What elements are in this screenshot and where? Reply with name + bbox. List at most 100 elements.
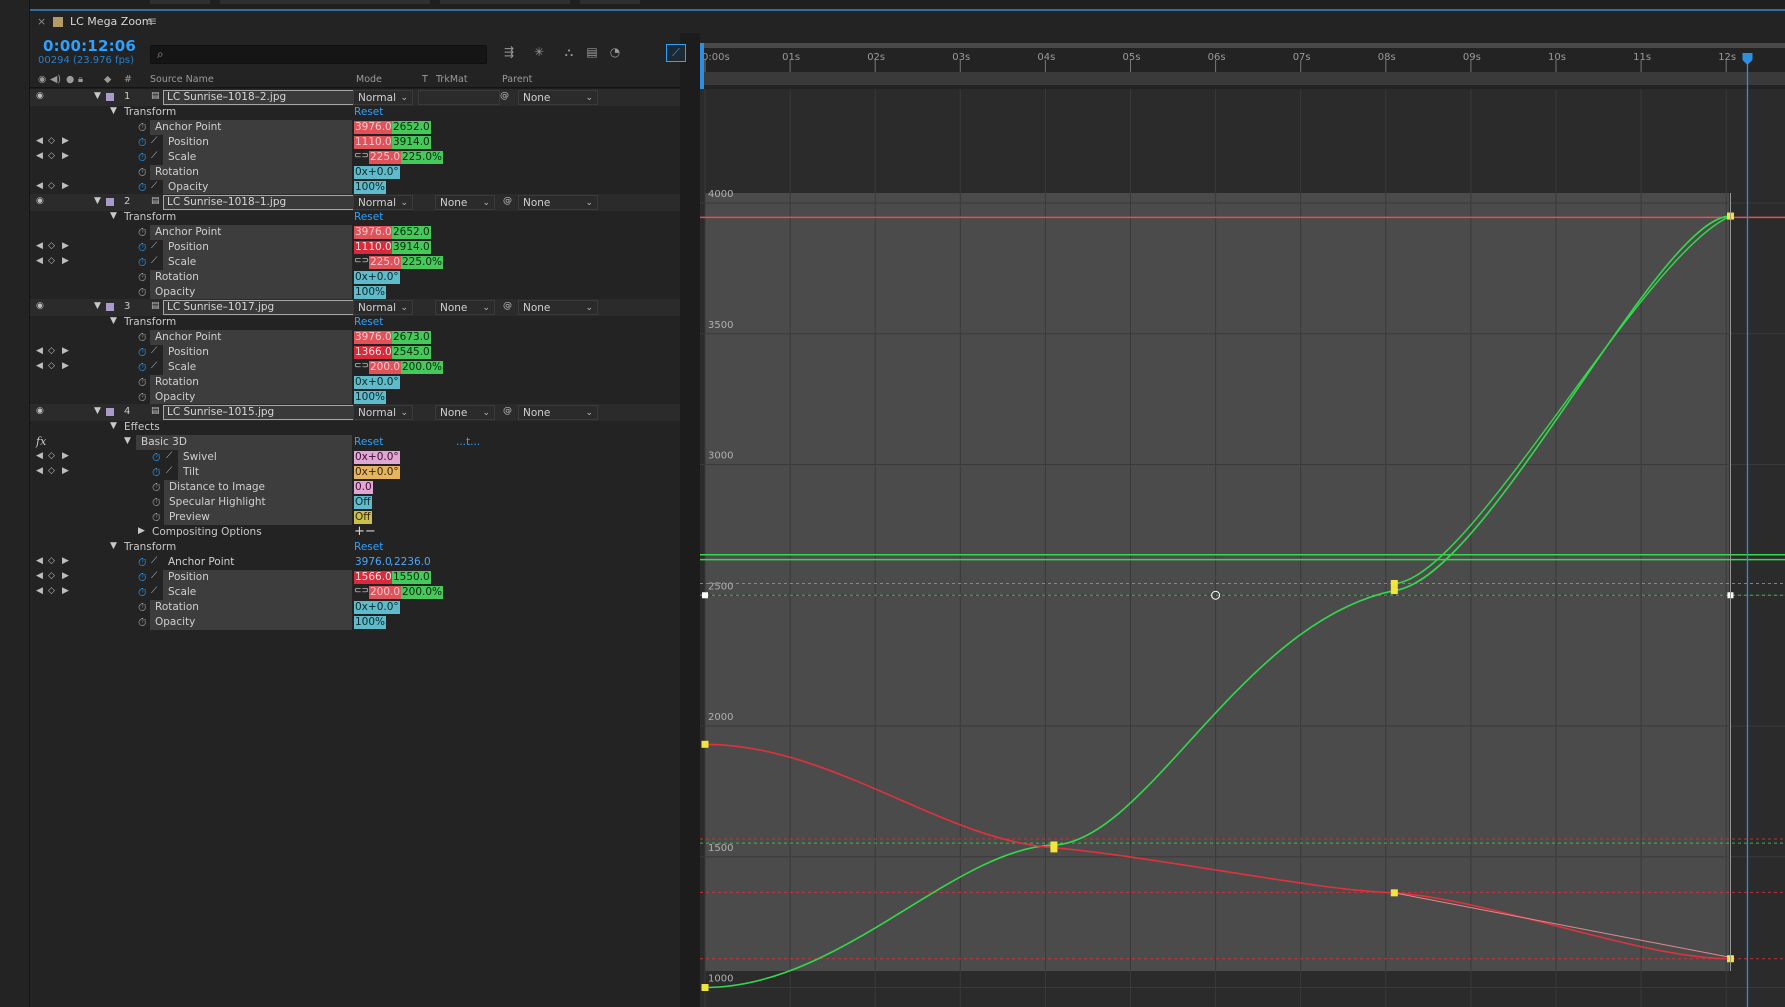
next-keyframe-icon[interactable]: ▶ bbox=[62, 466, 69, 476]
graph-editor-toggle-icon[interactable]: ⟋ bbox=[666, 44, 686, 62]
solo-header-icon[interactable]: ● bbox=[66, 74, 74, 85]
constrain-link-icon[interactable]: ⊂⊃ bbox=[354, 256, 369, 266]
next-keyframe-icon[interactable]: ▶ bbox=[62, 151, 69, 161]
value[interactable]: 0x+0.0° bbox=[354, 166, 400, 179]
prev-keyframe-icon[interactable]: ◀ bbox=[36, 151, 43, 161]
add-keyframe-icon[interactable]: ◇ bbox=[48, 451, 55, 461]
next-keyframe-icon[interactable]: ▶ bbox=[62, 256, 69, 266]
pick-whip-icon[interactable]: @ bbox=[500, 91, 509, 101]
graph-toggle-icon[interactable]: ⟋ bbox=[151, 256, 157, 266]
twirl-down-icon[interactable]: ▼ bbox=[110, 541, 117, 551]
stopwatch-icon[interactable]: ⏱︎ bbox=[138, 226, 147, 240]
value[interactable]: 0x+0.0° bbox=[354, 376, 400, 389]
prev-keyframe-icon[interactable]: ◀ bbox=[36, 181, 43, 191]
parent-dropdown[interactable]: None ⌄ bbox=[518, 300, 598, 315]
add-keyframe-icon[interactable]: ◇ bbox=[48, 586, 55, 596]
add-keyframe-icon[interactable]: ◇ bbox=[48, 151, 55, 161]
twirl-down-icon[interactable]: ▼ bbox=[94, 301, 101, 311]
graph-toggle-icon[interactable]: ⟋ bbox=[166, 451, 172, 461]
add-keyframe-icon[interactable]: ◇ bbox=[48, 466, 55, 476]
graph-toggle-icon[interactable]: ⟋ bbox=[151, 136, 157, 146]
next-keyframe-icon[interactable]: ▶ bbox=[62, 181, 69, 191]
twirl-down-icon[interactable]: ▼ bbox=[110, 211, 117, 221]
reset-link[interactable]: Reset bbox=[354, 541, 383, 553]
add-keyframe-icon[interactable]: ◇ bbox=[48, 181, 55, 191]
value-x[interactable]: 1110.0 bbox=[354, 241, 393, 254]
mode-dropdown[interactable]: Normal ⌄ bbox=[353, 195, 413, 210]
stopwatch-icon[interactable]: ⏱︎ bbox=[152, 481, 161, 495]
next-keyframe-icon[interactable]: ▶ bbox=[62, 451, 69, 461]
value[interactable]: 100% bbox=[354, 616, 387, 629]
comp-tab-title[interactable]: LC Mega Zoom bbox=[70, 15, 153, 28]
add-keyframe-icon[interactable]: ◇ bbox=[48, 361, 55, 371]
close-tab-icon[interactable]: × bbox=[37, 15, 46, 28]
twirl-down-icon[interactable]: ▼ bbox=[110, 421, 117, 431]
add-keyframe-icon[interactable]: ◇ bbox=[48, 241, 55, 251]
prev-keyframe-icon[interactable]: ◀ bbox=[36, 241, 43, 251]
reset-link[interactable]: Reset bbox=[354, 211, 383, 223]
add-keyframe-icon[interactable]: ◇ bbox=[48, 136, 55, 146]
next-keyframe-icon[interactable]: ▶ bbox=[62, 361, 69, 371]
pick-whip-icon[interactable]: @ bbox=[503, 406, 512, 416]
value[interactable]: 0.0 bbox=[354, 481, 373, 494]
col-number[interactable]: # bbox=[124, 74, 132, 85]
value-y[interactable]: 3914.0 bbox=[392, 136, 431, 149]
add-keyframe-icon[interactable]: ◇ bbox=[48, 571, 55, 581]
prev-keyframe-icon[interactable]: ◀ bbox=[36, 451, 43, 461]
label-color-icon[interactable] bbox=[106, 198, 114, 206]
constrain-link-icon[interactable]: ⊂⊃ bbox=[354, 586, 369, 596]
eye-icon[interactable]: ◉ bbox=[36, 301, 44, 311]
value[interactable]: 0x+0.0° bbox=[354, 271, 400, 284]
fx-icon[interactable]: fx bbox=[36, 435, 46, 448]
trkmat-dropdown[interactable]: None ⌄ bbox=[435, 405, 495, 420]
reset-link[interactable]: Reset bbox=[354, 436, 383, 448]
comp-flowchart-icon[interactable]: ⇶ bbox=[500, 45, 518, 61]
mode-dropdown[interactable]: Normal ⌄ bbox=[353, 90, 413, 105]
value[interactable]: 100% bbox=[354, 181, 387, 194]
stopwatch-icon[interactable]: ⏱︎ bbox=[138, 121, 147, 135]
value-y[interactable]: 2236.0 bbox=[393, 556, 432, 569]
stopwatch-icon[interactable]: ⏱︎ bbox=[138, 331, 147, 345]
frame-blending-icon[interactable]: ▤ bbox=[583, 45, 601, 61]
value-x[interactable]: 3976.0 bbox=[354, 556, 393, 569]
value-x[interactable]: 3976.0 bbox=[354, 226, 393, 239]
value-y[interactable]: 200.0% bbox=[401, 361, 444, 374]
value[interactable]: Off bbox=[354, 496, 372, 509]
next-keyframe-icon[interactable]: ▶ bbox=[62, 241, 69, 251]
prev-keyframe-icon[interactable]: ◀ bbox=[36, 466, 43, 476]
next-keyframe-icon[interactable]: ▶ bbox=[62, 571, 69, 581]
mode-dropdown[interactable]: Normal ⌄ bbox=[353, 300, 413, 315]
stopwatch-icon[interactable]: ⏱︎ bbox=[138, 376, 147, 390]
value-y[interactable]: 225.0% bbox=[401, 256, 444, 269]
prev-keyframe-icon[interactable]: ◀ bbox=[36, 361, 43, 371]
value[interactable]: Off bbox=[354, 511, 372, 524]
stopwatch-icon[interactable]: ⏱︎ bbox=[138, 136, 147, 150]
prev-keyframe-icon[interactable]: ◀ bbox=[36, 571, 43, 581]
stopwatch-icon[interactable]: ⏱︎ bbox=[138, 181, 147, 195]
stopwatch-icon[interactable]: ⏱︎ bbox=[138, 151, 147, 165]
next-keyframe-icon[interactable]: ▶ bbox=[62, 346, 69, 356]
graph-toggle-icon[interactable]: ⟋ bbox=[151, 571, 157, 581]
eye-icon[interactable]: ◉ bbox=[36, 196, 44, 206]
value[interactable]: 0x+0.0° bbox=[354, 466, 400, 479]
about-link[interactable]: ...t... bbox=[456, 436, 480, 448]
label-color-icon[interactable] bbox=[106, 408, 114, 416]
motion-blur-icon[interactable]: ◔ bbox=[606, 45, 624, 61]
graph-toggle-icon[interactable]: ⟋ bbox=[151, 241, 157, 251]
next-keyframe-icon[interactable]: ▶ bbox=[62, 556, 69, 566]
stopwatch-icon[interactable]: ⏱︎ bbox=[138, 166, 147, 180]
add-keyframe-icon[interactable]: ◇ bbox=[48, 346, 55, 356]
value-x[interactable]: 225.0 bbox=[369, 256, 402, 269]
label-header-icon[interactable]: ◆ bbox=[104, 74, 111, 85]
parent-dropdown[interactable]: None ⌄ bbox=[518, 195, 598, 210]
value-x[interactable]: 200.0 bbox=[369, 586, 402, 599]
next-keyframe-icon[interactable]: ▶ bbox=[62, 136, 69, 146]
value[interactable]: 0x+0.0° bbox=[354, 601, 400, 614]
stopwatch-icon[interactable]: ⏱︎ bbox=[138, 556, 147, 570]
value-x[interactable]: 225.0 bbox=[369, 151, 402, 164]
value-y[interactable]: 2545.0 bbox=[392, 346, 431, 359]
parent-dropdown[interactable]: None ⌄ bbox=[518, 90, 598, 105]
layer-search-input[interactable]: ⌕ bbox=[150, 45, 487, 64]
graph-toggle-icon[interactable]: ⟋ bbox=[151, 556, 157, 566]
graph-toggle-icon[interactable]: ⟋ bbox=[151, 181, 157, 191]
